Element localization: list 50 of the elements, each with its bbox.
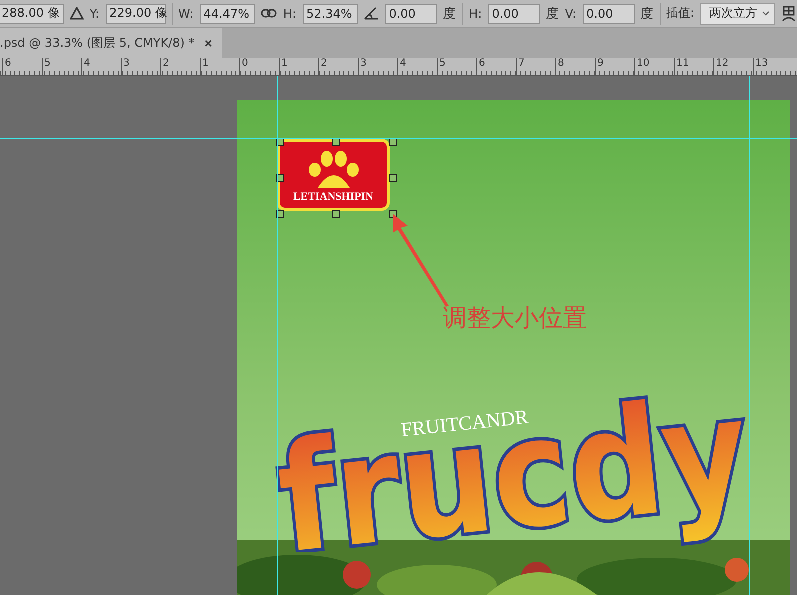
ruler-number: 6	[2, 58, 12, 75]
ruler-number: 1	[200, 58, 209, 75]
paw-icon	[308, 151, 360, 189]
input-field[interactable]: 0.00	[488, 4, 540, 24]
field-label: 插值:	[666, 5, 694, 22]
ruler-number: 7	[516, 58, 525, 75]
input-field[interactable]: 0.00	[385, 4, 438, 24]
ruler-number: 3	[120, 58, 130, 75]
ruler-number: 5	[42, 58, 51, 75]
ruler-number: 0	[239, 58, 248, 75]
ruler-number: 13	[752, 58, 768, 75]
close-button[interactable]: ×	[204, 36, 212, 50]
ruler-number: 6	[476, 58, 486, 75]
ruler-number: 4	[81, 58, 90, 75]
field-label: W:	[178, 6, 194, 20]
ruler-number: 5	[436, 58, 446, 75]
warp-icon[interactable]	[781, 4, 797, 22]
resize-handle[interactable]	[332, 210, 340, 218]
ruler-number: 3	[358, 58, 367, 75]
ruler-number: 8	[555, 58, 564, 75]
input-field[interactable]: 0.00	[582, 4, 635, 24]
angle-icon	[364, 7, 380, 20]
interpolation-dropdown[interactable]: 两次立方	[700, 2, 776, 24]
ruler-number: 9	[594, 58, 604, 75]
unit-label: 度	[546, 6, 560, 22]
triangle-icon[interactable]	[70, 7, 84, 20]
field-label: V:	[565, 6, 576, 20]
field-label: Y:	[90, 6, 100, 20]
ruler-number: 2	[318, 58, 328, 75]
annotation-text: 调整大小位置	[443, 303, 587, 334]
link-icon[interactable]	[261, 9, 278, 18]
logo-text: LETIANSHIPIN	[293, 191, 374, 203]
ruler-number: 4	[397, 58, 406, 75]
caret-icon	[762, 11, 770, 16]
field-label: H:	[283, 6, 296, 20]
resize-handle[interactable]	[389, 174, 397, 182]
document-tab[interactable]: .psd @ 33.3% (图层 5, CMYK/8) * ×	[0, 28, 222, 58]
input-field[interactable]: 229.00 像	[106, 4, 166, 24]
input-field[interactable]: 52.34%	[302, 4, 358, 24]
unit-label: 度	[640, 6, 654, 22]
ruler-number: 2	[160, 58, 170, 75]
ruler-number: 10	[634, 58, 650, 75]
unit-label: 度	[443, 6, 456, 22]
ruler-number: 12	[713, 58, 729, 75]
ruler-number: 11	[674, 58, 690, 75]
input-field[interactable]: 44.47%	[200, 4, 256, 24]
ruler-number: 1	[278, 58, 288, 75]
field-label: H:	[469, 6, 482, 20]
tab-title: .psd @ 33.3% (图层 5, CMYK/8) *	[0, 34, 195, 52]
input-field[interactable]: 288.00 像	[0, 4, 64, 24]
